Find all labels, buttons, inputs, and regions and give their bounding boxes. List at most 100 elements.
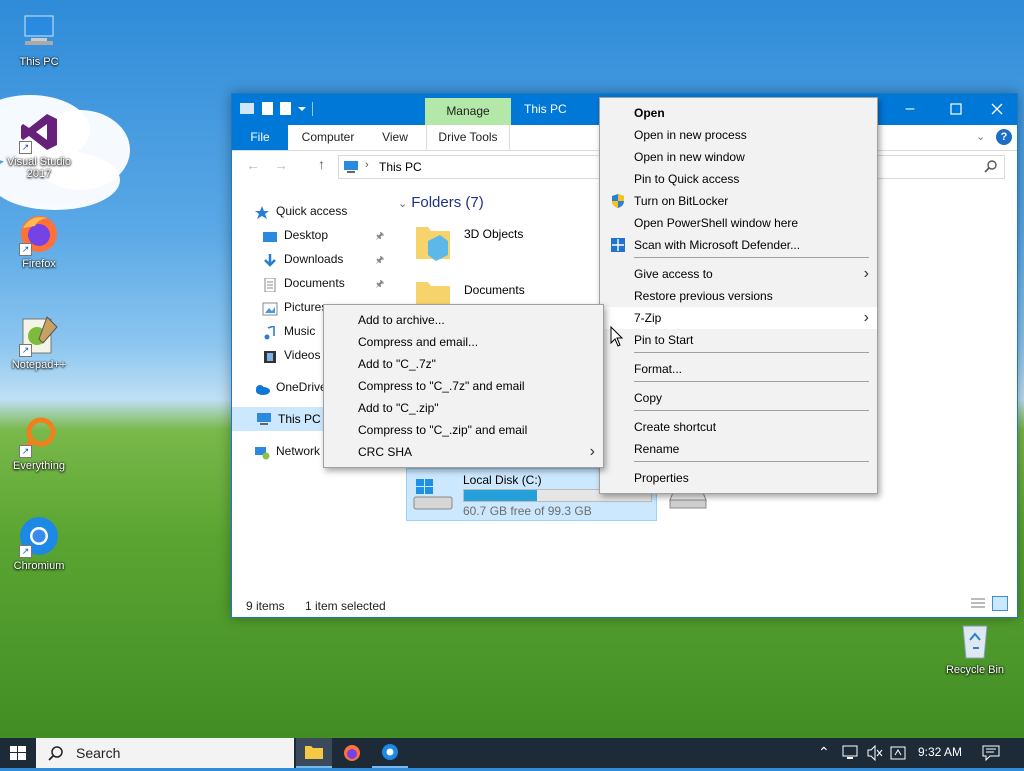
context-menu-item-label: Properties <box>634 471 689 485</box>
context-menu-item-label: Turn on BitLocker <box>634 194 729 208</box>
desktop-icon-this-pc[interactable]: This PC <box>1 10 77 68</box>
back-arrow-icon[interactable]: ← <box>246 157 260 173</box>
context-menu-item-label: Pin to Quick access <box>634 172 740 186</box>
selection-count: 1 item selected <box>305 599 386 613</box>
folder-3d-objects[interactable]: 3D Objects <box>414 219 614 267</box>
nav-label: Videos <box>284 348 321 362</box>
up-arrow-icon[interactable]: ↑ <box>318 156 325 172</box>
nav-this-pc[interactable]: This PC <box>232 407 324 431</box>
context-menu-item[interactable]: Turn on BitLocker <box>600 190 877 212</box>
context-menu-item[interactable]: Properties <box>600 467 877 489</box>
tab-drive-tools[interactable]: Drive Tools <box>426 125 510 150</box>
taskbar-file-explorer[interactable] <box>296 738 332 768</box>
everything-icon: ↗ <box>17 414 61 458</box>
context-menu-item[interactable]: Open PowerShell window here <box>600 212 877 234</box>
action-center-icon[interactable] <box>982 745 1000 764</box>
desktop-icon-chromium[interactable]: ↗ Chromium <box>1 514 77 572</box>
context-menu-item[interactable]: Create shortcut <box>600 416 877 438</box>
details-view-icon[interactable] <box>970 597 986 614</box>
onedrive-icon <box>254 381 270 395</box>
tab-file[interactable]: File <box>232 125 288 150</box>
context-menu-item[interactable]: Pin to Quick access <box>600 168 877 190</box>
nav-onedrive[interactable]: OneDrive <box>254 376 327 398</box>
computer-icon <box>343 160 359 177</box>
desktop-folder-icon <box>262 229 278 243</box>
7zip-menu-item[interactable]: Add to "C_.7z" <box>324 353 603 375</box>
nav-label: Quick access <box>276 204 348 218</box>
network-icon[interactable] <box>842 745 860 764</box>
maximize-button[interactable] <box>936 94 976 125</box>
chromium-icon: ↗ <box>17 514 61 558</box>
context-menu-item[interactable]: Open <box>600 102 877 124</box>
music-icon <box>262 324 278 340</box>
nav-network[interactable]: Network <box>254 440 320 462</box>
context-menu-item[interactable]: Open in new process <box>600 124 877 146</box>
nav-desktop[interactable]: Desktop <box>262 224 328 246</box>
tab-manage[interactable]: Manage <box>425 98 511 125</box>
7zip-submenu: Add to archive... Compress and email... Ad… <box>323 304 604 468</box>
nav-label: This PC <box>278 412 321 426</box>
taskbar-clock[interactable]: 9:32 AM <box>918 745 962 759</box>
folders-header[interactable]: ⌄ Folders (7) <box>398 194 484 211</box>
7zip-menu-item-label: Add to "C_.zip" <box>358 401 439 415</box>
nav-documents[interactable]: Documents <box>262 272 345 294</box>
network-icon <box>254 445 270 460</box>
context-menu-item[interactable]: Rename <box>600 438 877 460</box>
search-icon <box>48 745 64 764</box>
context-menu-item[interactable]: Open in new window <box>600 146 877 168</box>
desktop-icon-visual-studio[interactable]: ↗ Visual Studio 2017 <box>1 110 77 180</box>
desktop-icon-firefox[interactable]: ↗ Firefox <box>1 212 77 270</box>
desktop-icon-recycle-bin[interactable]: Recycle Bin <box>937 618 1013 676</box>
input-indicator-icon[interactable] <box>890 745 908 764</box>
desktop-icon-label: Firefox <box>22 258 56 270</box>
tab-computer[interactable]: Computer <box>292 125 364 150</box>
taskbar-search-box[interactable]: Search <box>36 738 294 768</box>
taskbar-firefox[interactable] <box>334 738 370 768</box>
context-menu-item[interactable]: Give access to › <box>600 263 877 285</box>
tab-view[interactable]: View <box>372 125 418 150</box>
7zip-menu-item[interactable]: Add to "C_.zip" <box>324 397 603 419</box>
help-icon[interactable]: ? <box>996 129 1012 145</box>
chevron-up-icon[interactable]: ⌃ <box>818 744 830 761</box>
7zip-menu-item[interactable]: CRC SHA › <box>324 441 603 463</box>
7zip-menu-item[interactable]: Compress to "C_.7z" and email <box>324 375 603 397</box>
volume-muted-icon[interactable] <box>866 744 884 764</box>
folder-documents[interactable]: Documents <box>414 274 614 304</box>
computer-icon <box>17 10 61 54</box>
context-menu-item[interactable]: Restore previous versions <box>600 285 877 307</box>
nav-pictures[interactable]: Pictures <box>262 296 327 318</box>
search-box[interactable] <box>877 155 1005 179</box>
taskbar-chromium[interactable] <box>372 738 408 768</box>
nav-quick-access[interactable]: Quick access <box>254 200 347 222</box>
nav-downloads[interactable]: Downloads <box>262 248 343 270</box>
pin-icon: 🖈 <box>375 231 385 242</box>
nav-music[interactable]: Music <box>262 320 315 342</box>
drive-usage-fill <box>464 490 537 501</box>
context-menu: Open Open in new process Open in new windo… <box>599 97 878 494</box>
context-menu-item[interactable]: Scan with Microsoft Defender... <box>600 234 877 256</box>
close-icon <box>991 103 1003 115</box>
start-button[interactable] <box>0 738 36 768</box>
tiles-view-icon[interactable] <box>992 596 1008 611</box>
context-menu-item[interactable]: Copy <box>600 387 877 409</box>
nav-videos[interactable]: Videos <box>262 344 320 366</box>
desktop-icon-label: Chromium <box>13 560 65 572</box>
ribbon-expand-icon[interactable]: ⌄ <box>976 130 985 143</box>
context-menu-item[interactable]: Format... <box>600 358 877 380</box>
address-bar[interactable]: › This PC <box>338 155 602 179</box>
menu-separator <box>634 410 869 411</box>
7zip-menu-item[interactable]: Add to archive... <box>324 309 603 331</box>
minimize-button[interactable]: – <box>890 94 930 125</box>
7zip-menu-item[interactable]: Compress to "C_.zip" and email <box>324 419 603 441</box>
7zip-menu-item[interactable]: Compress and email... <box>324 331 603 353</box>
context-menu-item[interactable]: Pin to Start <box>600 329 877 351</box>
chevron-down-icon: ⌄ <box>398 198 408 210</box>
desktop-icon-notepadpp[interactable]: ↗ Notepad++ <box>1 313 77 371</box>
desktop-icon-everything[interactable]: ↗ Everything <box>1 414 77 472</box>
context-menu-item[interactable]: 7-Zip › <box>600 307 877 329</box>
context-menu-item-label: Open in new process <box>634 128 747 142</box>
drive-label: Local Disk (C:) <box>463 473 542 487</box>
close-button[interactable] <box>977 94 1017 125</box>
context-menu-item-label: Open <box>634 106 665 120</box>
forward-arrow-icon[interactable]: → <box>274 157 288 173</box>
